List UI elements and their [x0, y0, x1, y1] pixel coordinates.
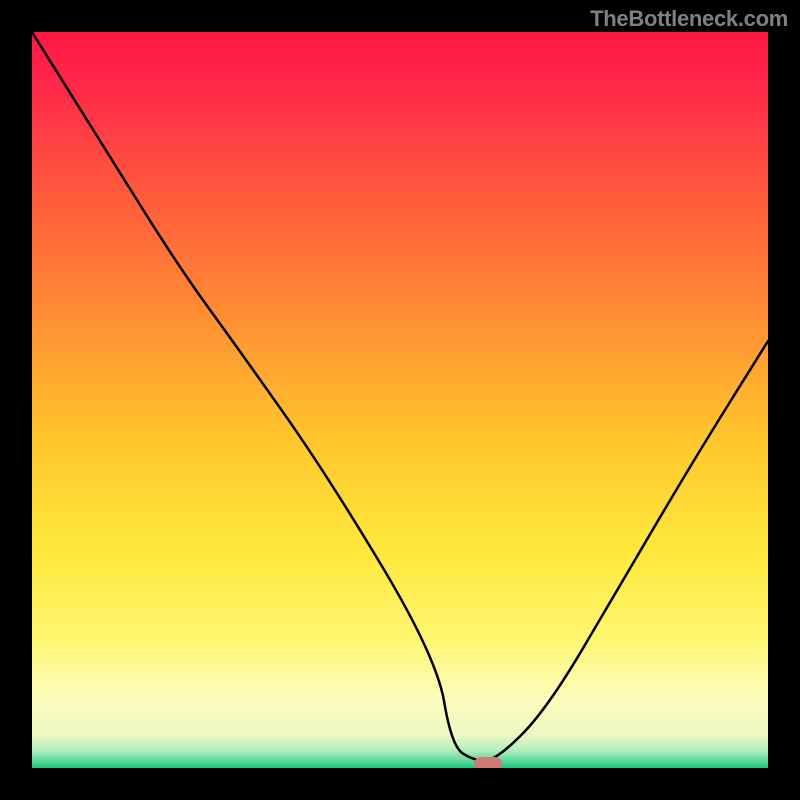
plot-area	[32, 32, 768, 768]
gradient-background	[32, 32, 768, 768]
bottleneck-chart: TheBottleneck.com	[0, 0, 800, 800]
watermark-text: TheBottleneck.com	[590, 6, 788, 32]
plot-svg	[32, 32, 768, 768]
optimal-marker	[474, 757, 502, 768]
